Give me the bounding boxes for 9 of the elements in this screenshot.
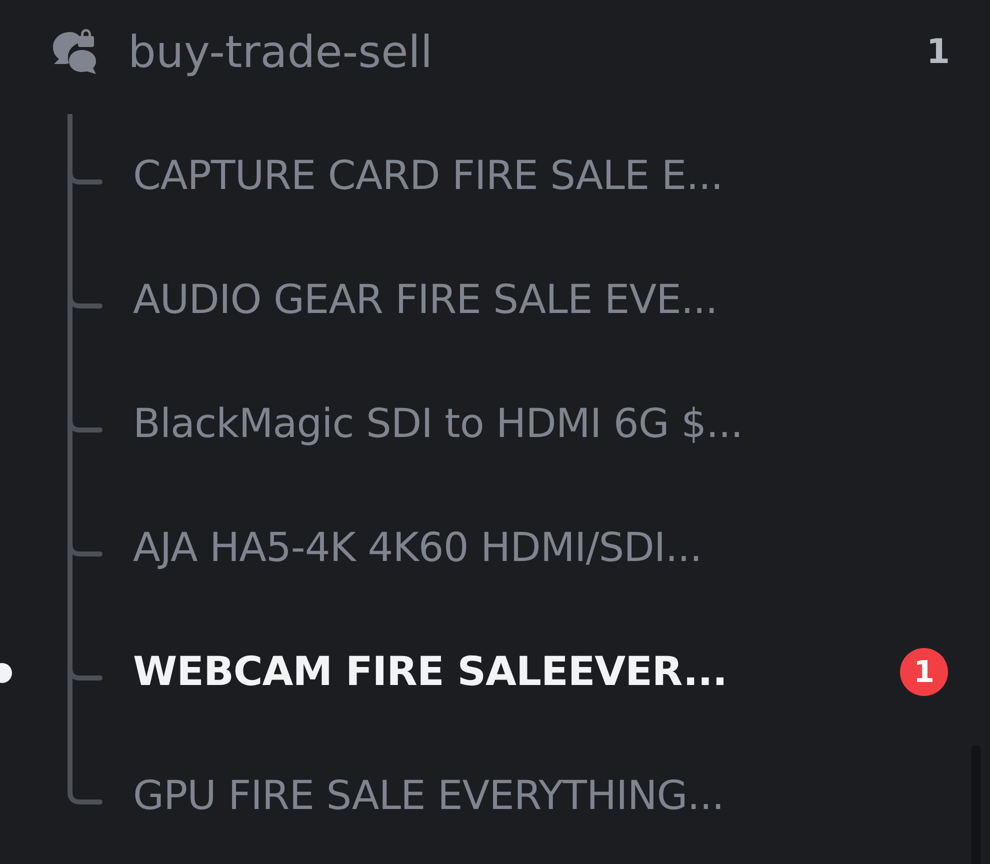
thread-title[interactable]: AUDIO GEAR FIRE SALE EVE... <box>133 277 718 323</box>
unread-count: 1 <box>926 32 950 72</box>
thread-title[interactable]: WEBCAM FIRE SALEEVER... <box>133 649 728 695</box>
thread-title[interactable]: AJA HA5-4K 4K60 HDMI/SDI... <box>133 525 702 571</box>
mention-badge: 1 <box>900 648 948 696</box>
channel-name[interactable]: buy-trade-sell <box>128 26 926 78</box>
thread-title[interactable]: BlackMagic SDI to HDMI 6G $... <box>133 401 743 447</box>
thread-title[interactable]: GPU FIRE SALE EVERYTHING... <box>133 773 724 819</box>
thread-title[interactable]: CAPTURE CARD FIRE SALE E... <box>133 153 723 199</box>
